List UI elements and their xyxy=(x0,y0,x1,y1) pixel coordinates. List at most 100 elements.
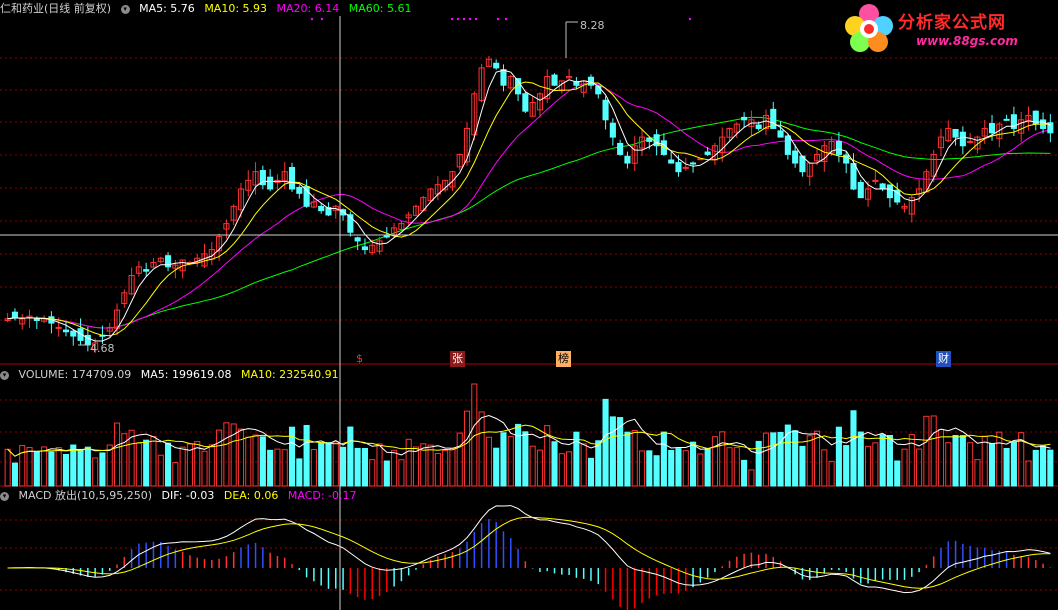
volume-bar-up xyxy=(638,450,646,487)
volume-bar-down xyxy=(952,435,959,487)
volume-bar-down xyxy=(354,447,361,487)
candle-down xyxy=(143,269,150,272)
signal-dot xyxy=(462,17,466,21)
toggle-icon[interactable]: ▾ xyxy=(0,370,9,380)
volume-bar-up xyxy=(332,441,339,487)
volume-bar-down xyxy=(857,431,864,487)
stock-chart xyxy=(0,16,1058,610)
flower-logo-icon xyxy=(845,4,893,52)
signal-dot xyxy=(310,17,314,21)
volume-bar-down xyxy=(573,431,580,487)
candle-down xyxy=(296,186,303,194)
volume-bar-down xyxy=(850,410,857,487)
candle-down xyxy=(857,182,864,199)
volume-bar-up xyxy=(135,442,142,487)
volume-bar-down xyxy=(690,441,697,487)
candle-down xyxy=(879,183,886,190)
candle-up xyxy=(967,140,974,143)
candle-down xyxy=(522,93,529,112)
candle-down xyxy=(988,123,996,134)
volume-bar-down xyxy=(799,445,806,487)
volume-bar-down xyxy=(259,436,266,487)
macd-title: MACD 放出(10,5,95,250) xyxy=(18,489,153,502)
volume-bar-down xyxy=(325,442,332,487)
volume-bar-up xyxy=(916,448,923,487)
volume-bar-down xyxy=(879,434,886,487)
volume-bar-up xyxy=(208,444,215,487)
volume-bar-down xyxy=(500,432,507,487)
candle-down xyxy=(1003,118,1010,121)
volume-bars xyxy=(4,383,1054,487)
volume-bar-up xyxy=(580,443,587,487)
volume-bar-up xyxy=(967,442,974,487)
ma5-path xyxy=(7,69,1051,342)
volume-bar-up xyxy=(974,459,981,487)
volume-bar-down xyxy=(84,446,91,487)
signal-dot xyxy=(474,17,478,21)
volume-bar-up xyxy=(762,432,770,487)
volume-bar-up xyxy=(566,451,573,487)
volume-bar-up xyxy=(391,449,398,487)
volume-bar-up xyxy=(434,452,441,487)
volume-bar-down xyxy=(886,434,893,487)
candle-down xyxy=(595,85,602,95)
volume-bar-down xyxy=(653,455,660,487)
volume-bar-up xyxy=(237,428,245,487)
volume-bar-down xyxy=(1010,441,1017,487)
volume-bar-up xyxy=(726,447,733,487)
site-logo[interactable]: 分析家公式网 www.88gs.com xyxy=(840,2,1055,54)
volume-bar-down xyxy=(267,449,274,487)
signal-dot xyxy=(468,17,472,21)
macd-histogram xyxy=(7,505,1052,610)
volume-bar-down xyxy=(646,450,653,487)
event-tag-dollar[interactable]: $ xyxy=(356,351,363,367)
signal-dots xyxy=(310,17,692,21)
macd-header: ▾ MACD 放出(10,5,95,250) DIF: -0.03 DEA: 0… xyxy=(0,488,362,504)
volume-bar-up xyxy=(719,431,726,487)
candle-down xyxy=(361,246,368,251)
low-marker: 4.68 xyxy=(90,342,115,355)
volume-bar-down xyxy=(318,442,325,487)
event-tag-cai[interactable]: 财 xyxy=(936,351,951,367)
ma10-line xyxy=(7,81,1051,337)
high-marker-arrow xyxy=(565,21,578,58)
volume-bar-down xyxy=(595,440,602,487)
ma20-line xyxy=(7,82,1051,329)
volume-bar-down xyxy=(587,457,595,487)
volume-bar-up xyxy=(901,448,908,487)
volume-bar-down xyxy=(493,447,500,487)
candle-down xyxy=(288,167,296,190)
candle-down xyxy=(741,116,748,121)
toggle-icon[interactable]: ▾ xyxy=(0,491,9,501)
volume-bar-up xyxy=(274,448,281,487)
candle-down xyxy=(11,311,18,318)
candle-down xyxy=(850,163,857,190)
volume-bar-down xyxy=(340,446,347,487)
volume-bar-up xyxy=(4,448,11,487)
candle-down xyxy=(886,184,893,199)
volume-bar-up xyxy=(405,438,412,487)
event-tag-zhang[interactable]: 张 xyxy=(450,351,465,367)
ma10-path xyxy=(7,81,1051,337)
volume-bar-up xyxy=(711,436,718,487)
volume-bar-up xyxy=(923,415,930,487)
event-tag-bang[interactable]: 榜 xyxy=(556,351,571,367)
volume-bar-up xyxy=(682,450,689,487)
volume-ma10-path xyxy=(7,424,1051,457)
volume-bar-up xyxy=(748,469,755,487)
candle-down xyxy=(383,235,390,238)
dif-path xyxy=(7,505,1051,594)
dea-path xyxy=(7,516,1051,589)
crosshair[interactable] xyxy=(0,16,1058,610)
ma10-label: MA10: 5.93 xyxy=(204,2,268,15)
volume-bar-up xyxy=(55,447,62,487)
volume-bar-down xyxy=(602,398,609,487)
candle-down xyxy=(602,99,609,121)
volume-bar-up xyxy=(19,445,26,487)
volume-bar-down xyxy=(668,449,675,487)
toggle-icon[interactable]: ▾ xyxy=(120,4,130,14)
volume-bar-up xyxy=(631,430,638,487)
volume-bar-down xyxy=(894,460,901,487)
volume-bar-down xyxy=(347,426,354,487)
volume-bar-down xyxy=(77,448,84,487)
